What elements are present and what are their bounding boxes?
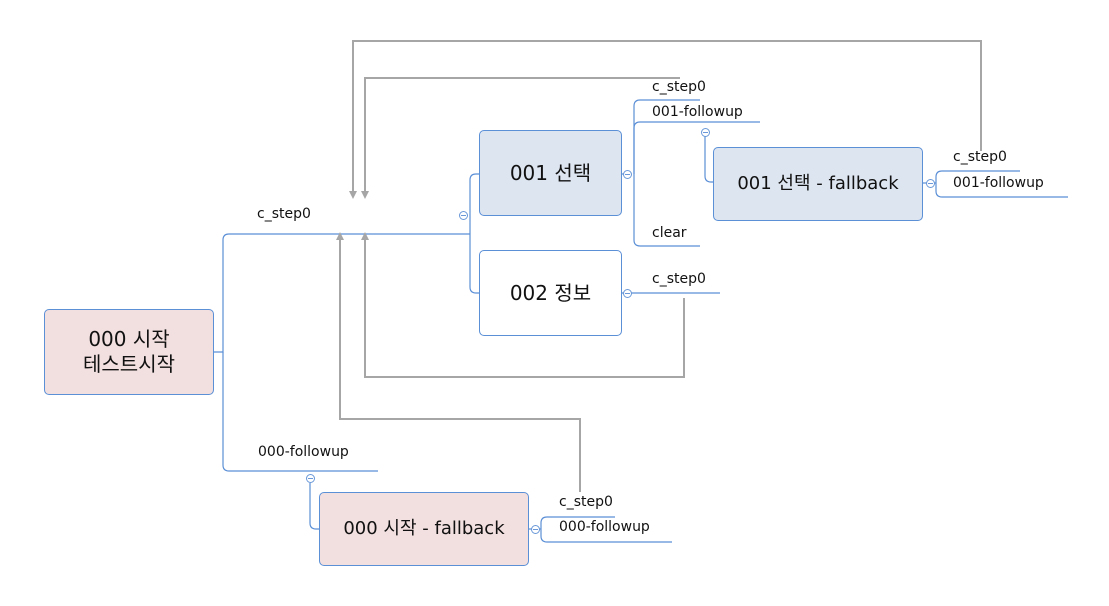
collapse-toggle-icon[interactable] xyxy=(623,170,632,179)
edge-label-root-followup[interactable]: 000-followup xyxy=(258,444,349,460)
collapse-toggle-icon[interactable] xyxy=(926,179,935,188)
edge-label-select-c-step0[interactable]: c_step0 xyxy=(652,79,706,95)
edge-label-selectfb-followup[interactable]: 001-followup xyxy=(953,175,1044,191)
edge-label-startfb-followup[interactable]: 000-followup xyxy=(559,519,650,535)
edge-label-startfb-c-step0[interactable]: c_step0 xyxy=(559,494,613,510)
node-000-start-fallback-label: 000 시작 - fallback xyxy=(343,517,505,539)
collapse-toggle-icon[interactable] xyxy=(623,289,632,298)
node-000-start-fallback[interactable]: 000 시작 - fallback xyxy=(319,492,529,566)
node-001-select-label: 001 선택 xyxy=(509,160,592,185)
node-002-info-label: 002 정보 xyxy=(509,280,592,305)
collapse-toggle-icon[interactable] xyxy=(306,474,315,483)
edge-label-info-c-step0[interactable]: c_step0 xyxy=(652,271,706,287)
collapse-toggle-icon[interactable] xyxy=(459,211,468,220)
edge-label-select-followup[interactable]: 001-followup xyxy=(652,104,743,120)
node-001-select[interactable]: 001 선택 xyxy=(479,130,622,216)
edge-label-root-c-step0[interactable]: c_step0 xyxy=(257,206,311,222)
collapse-toggle-icon[interactable] xyxy=(701,128,710,137)
node-001-select-fallback[interactable]: 001 선택 - fallback xyxy=(713,147,923,221)
node-001-select-fallback-label: 001 선택 - fallback xyxy=(737,172,899,194)
collapse-toggle-icon[interactable] xyxy=(531,525,540,534)
edge-root-c-step0 xyxy=(213,233,470,353)
node-002-info[interactable]: 002 정보 xyxy=(479,250,622,336)
edge-label-select-clear[interactable]: clear xyxy=(652,225,687,241)
node-000-start[interactable]: 000 시작 테스트시작 xyxy=(44,309,214,395)
node-000-start-title: 000 시작 xyxy=(88,327,170,351)
edge-label-selectfb-c-step0[interactable]: c_step0 xyxy=(953,149,1007,165)
node-000-start-subtitle: 테스트시작 xyxy=(83,352,175,376)
